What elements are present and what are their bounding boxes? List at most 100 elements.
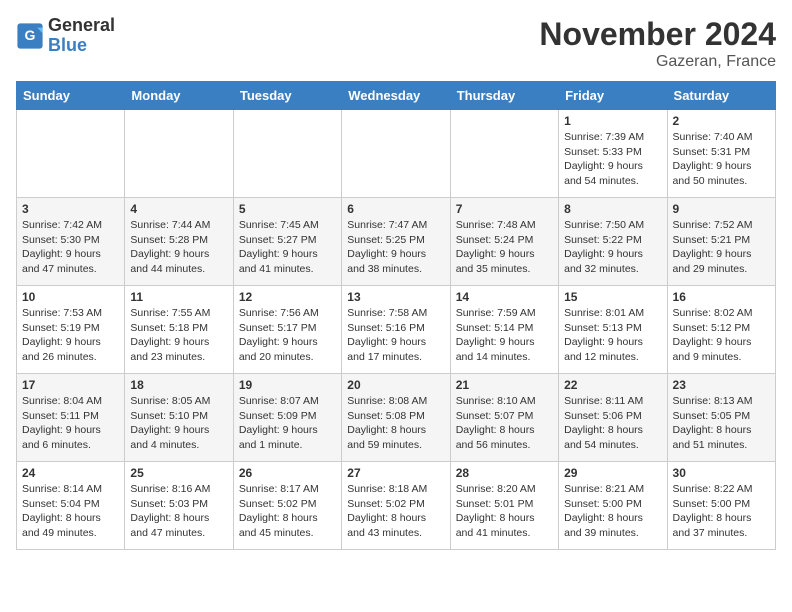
month-title: November 2024 <box>539 16 776 53</box>
day-info: Sunrise: 8:10 AM Sunset: 5:07 PM Dayligh… <box>456 394 553 453</box>
svg-text:G: G <box>25 27 36 43</box>
day-info: Sunrise: 8:18 AM Sunset: 5:02 PM Dayligh… <box>347 482 444 541</box>
day-info: Sunrise: 8:02 AM Sunset: 5:12 PM Dayligh… <box>673 306 770 365</box>
day-cell: 29 Sunrise: 8:21 AM Sunset: 5:00 PM Dayli… <box>559 462 667 550</box>
day-number: 24 <box>22 466 119 480</box>
location: Gazeran, France <box>539 53 776 71</box>
day-info: Sunrise: 7:45 AM Sunset: 5:27 PM Dayligh… <box>239 218 336 277</box>
column-header-friday: Friday <box>559 82 667 110</box>
day-number: 29 <box>564 466 661 480</box>
day-info: Sunrise: 8:08 AM Sunset: 5:08 PM Dayligh… <box>347 394 444 453</box>
day-info: Sunrise: 8:14 AM Sunset: 5:04 PM Dayligh… <box>22 482 119 541</box>
logo-text: General Blue <box>48 16 115 56</box>
day-info: Sunrise: 7:52 AM Sunset: 5:21 PM Dayligh… <box>673 218 770 277</box>
day-info: Sunrise: 8:13 AM Sunset: 5:05 PM Dayligh… <box>673 394 770 453</box>
day-cell: 22 Sunrise: 8:11 AM Sunset: 5:06 PM Dayli… <box>559 374 667 462</box>
day-info: Sunrise: 7:47 AM Sunset: 5:25 PM Dayligh… <box>347 218 444 277</box>
day-cell: 5 Sunrise: 7:45 AM Sunset: 5:27 PM Daylig… <box>233 198 341 286</box>
day-number: 19 <box>239 378 336 392</box>
day-info: Sunrise: 7:56 AM Sunset: 5:17 PM Dayligh… <box>239 306 336 365</box>
column-header-wednesday: Wednesday <box>342 82 450 110</box>
day-info: Sunrise: 8:07 AM Sunset: 5:09 PM Dayligh… <box>239 394 336 453</box>
day-info: Sunrise: 7:53 AM Sunset: 5:19 PM Dayligh… <box>22 306 119 365</box>
page-header: G General Blue November 2024 Gazeran, Fr… <box>16 16 776 71</box>
day-number: 13 <box>347 290 444 304</box>
week-row-5: 24 Sunrise: 8:14 AM Sunset: 5:04 PM Dayli… <box>17 462 776 550</box>
day-info: Sunrise: 8:21 AM Sunset: 5:00 PM Dayligh… <box>564 482 661 541</box>
day-cell: 10Sunrise: 7:53 AM Sunset: 5:19 PM Dayli… <box>17 286 125 374</box>
day-cell: 30 Sunrise: 8:22 AM Sunset: 5:00 PM Dayli… <box>667 462 775 550</box>
day-number: 21 <box>456 378 553 392</box>
day-info: Sunrise: 7:59 AM Sunset: 5:14 PM Dayligh… <box>456 306 553 365</box>
day-number: 20 <box>347 378 444 392</box>
day-cell: 6 Sunrise: 7:47 AM Sunset: 5:25 PM Daylig… <box>342 198 450 286</box>
day-info: Sunrise: 7:40 AM Sunset: 5:31 PM Dayligh… <box>673 130 770 189</box>
day-number: 3 <box>22 202 119 216</box>
title-block: November 2024 Gazeran, France <box>539 16 776 71</box>
day-cell <box>17 110 125 198</box>
day-info: Sunrise: 8:11 AM Sunset: 5:06 PM Dayligh… <box>564 394 661 453</box>
calendar-table: SundayMondayTuesdayWednesdayThursdayFrid… <box>16 81 776 550</box>
day-cell: 15 Sunrise: 8:01 AM Sunset: 5:13 PM Dayli… <box>559 286 667 374</box>
day-cell: 17 Sunrise: 8:04 AM Sunset: 5:11 PM Dayli… <box>17 374 125 462</box>
day-info: Sunrise: 7:44 AM Sunset: 5:28 PM Dayligh… <box>130 218 227 277</box>
day-cell: 21 Sunrise: 8:10 AM Sunset: 5:07 PM Dayli… <box>450 374 558 462</box>
day-cell: 26 Sunrise: 8:17 AM Sunset: 5:02 PM Dayli… <box>233 462 341 550</box>
day-number: 17 <box>22 378 119 392</box>
week-row-3: 10Sunrise: 7:53 AM Sunset: 5:19 PM Dayli… <box>17 286 776 374</box>
day-number: 6 <box>347 202 444 216</box>
day-number: 30 <box>673 466 770 480</box>
day-info: Sunrise: 8:01 AM Sunset: 5:13 PM Dayligh… <box>564 306 661 365</box>
day-number: 23 <box>673 378 770 392</box>
day-number: 11 <box>130 290 227 304</box>
logo-general: General <box>48 16 115 36</box>
day-number: 4 <box>130 202 227 216</box>
day-cell <box>450 110 558 198</box>
day-number: 5 <box>239 202 336 216</box>
day-info: Sunrise: 7:39 AM Sunset: 5:33 PM Dayligh… <box>564 130 661 189</box>
day-cell: 3Sunrise: 7:42 AM Sunset: 5:30 PM Daylig… <box>17 198 125 286</box>
day-number: 15 <box>564 290 661 304</box>
day-info: Sunrise: 7:50 AM Sunset: 5:22 PM Dayligh… <box>564 218 661 277</box>
day-cell <box>342 110 450 198</box>
column-header-sunday: Sunday <box>17 82 125 110</box>
week-row-1: 1 Sunrise: 7:39 AM Sunset: 5:33 PM Daylig… <box>17 110 776 198</box>
day-number: 2 <box>673 114 770 128</box>
day-info: Sunrise: 8:17 AM Sunset: 5:02 PM Dayligh… <box>239 482 336 541</box>
column-header-monday: Monday <box>125 82 233 110</box>
day-info: Sunrise: 8:04 AM Sunset: 5:11 PM Dayligh… <box>22 394 119 453</box>
day-info: Sunrise: 7:58 AM Sunset: 5:16 PM Dayligh… <box>347 306 444 365</box>
day-info: Sunrise: 7:55 AM Sunset: 5:18 PM Dayligh… <box>130 306 227 365</box>
day-info: Sunrise: 8:22 AM Sunset: 5:00 PM Dayligh… <box>673 482 770 541</box>
day-cell: 27 Sunrise: 8:18 AM Sunset: 5:02 PM Dayli… <box>342 462 450 550</box>
day-info: Sunrise: 8:16 AM Sunset: 5:03 PM Dayligh… <box>130 482 227 541</box>
day-cell: 2 Sunrise: 7:40 AM Sunset: 5:31 PM Daylig… <box>667 110 775 198</box>
day-cell: 23 Sunrise: 8:13 AM Sunset: 5:05 PM Dayli… <box>667 374 775 462</box>
day-cell: 13 Sunrise: 7:58 AM Sunset: 5:16 PM Dayli… <box>342 286 450 374</box>
day-cell: 16Sunrise: 8:02 AM Sunset: 5:12 PM Dayli… <box>667 286 775 374</box>
day-number: 27 <box>347 466 444 480</box>
day-cell <box>125 110 233 198</box>
day-number: 22 <box>564 378 661 392</box>
day-number: 1 <box>564 114 661 128</box>
calendar-header-row: SundayMondayTuesdayWednesdayThursdayFrid… <box>17 82 776 110</box>
day-cell: 8Sunrise: 7:50 AM Sunset: 5:22 PM Daylig… <box>559 198 667 286</box>
day-info: Sunrise: 8:20 AM Sunset: 5:01 PM Dayligh… <box>456 482 553 541</box>
column-header-tuesday: Tuesday <box>233 82 341 110</box>
day-info: Sunrise: 8:05 AM Sunset: 5:10 PM Dayligh… <box>130 394 227 453</box>
day-cell: 18Sunrise: 8:05 AM Sunset: 5:10 PM Dayli… <box>125 374 233 462</box>
day-cell: 14 Sunrise: 7:59 AM Sunset: 5:14 PM Dayli… <box>450 286 558 374</box>
week-row-4: 17 Sunrise: 8:04 AM Sunset: 5:11 PM Dayli… <box>17 374 776 462</box>
day-cell <box>233 110 341 198</box>
logo-icon: G <box>16 22 44 50</box>
day-number: 14 <box>456 290 553 304</box>
logo: G General Blue <box>16 16 115 56</box>
day-number: 7 <box>456 202 553 216</box>
day-cell: 9Sunrise: 7:52 AM Sunset: 5:21 PM Daylig… <box>667 198 775 286</box>
day-number: 12 <box>239 290 336 304</box>
day-cell: 7 Sunrise: 7:48 AM Sunset: 5:24 PM Daylig… <box>450 198 558 286</box>
column-header-saturday: Saturday <box>667 82 775 110</box>
day-info: Sunrise: 7:48 AM Sunset: 5:24 PM Dayligh… <box>456 218 553 277</box>
day-cell: 24 Sunrise: 8:14 AM Sunset: 5:04 PM Dayli… <box>17 462 125 550</box>
day-number: 26 <box>239 466 336 480</box>
